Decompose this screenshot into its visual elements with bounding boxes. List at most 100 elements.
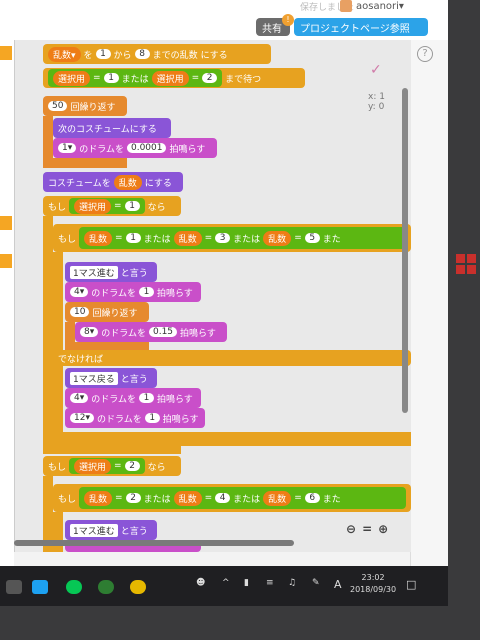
- play-drum-block[interactable]: 12▾ のドラムを 1 拍鳴らす: [65, 408, 205, 428]
- number-input[interactable]: 2: [125, 493, 141, 503]
- variable-reporter[interactable]: 乱数: [113, 174, 142, 190]
- next-costume-block[interactable]: 次のコスチュームにする: [53, 118, 171, 138]
- or-operator[interactable]: 乱数 = 1 または 乱数 = 3 または 乱数 = 5 また: [79, 227, 406, 249]
- number-input[interactable]: 10: [70, 307, 90, 317]
- project-page-button[interactable]: プロジェクトページ参照: [294, 18, 428, 36]
- play-drum-block[interactable]: 4▾ のドラムを 1 拍鳴らす: [65, 282, 201, 302]
- app-icon[interactable]: [98, 580, 114, 594]
- clock-date: 2018/09/30: [350, 585, 397, 594]
- palette-tab[interactable]: [0, 216, 12, 230]
- number-input[interactable]: 1: [95, 49, 111, 59]
- drum-dropdown[interactable]: 4▾: [70, 287, 89, 297]
- people-icon[interactable]: ☻: [196, 578, 205, 588]
- number-input[interactable]: 1: [124, 201, 140, 211]
- repeat-block[interactable]: 10 回繰り返す: [65, 302, 149, 322]
- pen-icon[interactable]: ✎: [312, 578, 320, 588]
- mouse-coordinates: x: 1 y: 0: [368, 92, 385, 112]
- if-else-block[interactable]: もし 乱数 = 2 または 乱数 = 4 または 乱数 = 6 また: [53, 484, 411, 512]
- block-text: 拍鳴らす: [156, 288, 193, 299]
- scripts-area[interactable]: 乱数▾ を 1 から 8 までの乱数 にする 選択用 = 1 または 選択用 =…: [14, 40, 411, 552]
- volume-icon[interactable]: ♫: [288, 578, 296, 588]
- x-coordinate: x: 1: [368, 92, 385, 102]
- number-input[interactable]: 2: [124, 461, 140, 471]
- equals-operator[interactable]: 選択用 = 1: [69, 198, 145, 214]
- variable-reporter[interactable]: 選択用: [151, 70, 189, 86]
- variable-reporter[interactable]: 乱数: [263, 230, 292, 246]
- if-block[interactable]: もし 選択用 = 2 なら: [43, 456, 181, 476]
- variable-reporter[interactable]: 乱数: [263, 490, 292, 506]
- line-app-icon[interactable]: [66, 580, 82, 594]
- help-icon[interactable]: ?: [417, 46, 433, 62]
- number-input[interactable]: 50: [48, 101, 68, 111]
- vertical-scrollbar[interactable]: [402, 88, 408, 413]
- variable-reporter[interactable]: 選択用: [74, 198, 112, 214]
- number-input[interactable]: 1: [144, 413, 160, 423]
- play-drum-block[interactable]: 4▾ のドラムを 1 拍鳴らす: [65, 388, 201, 408]
- say-block[interactable]: 1マス進む と言う: [65, 262, 157, 282]
- file-explorer-icon[interactable]: [6, 580, 22, 594]
- drum-dropdown[interactable]: 8▾: [80, 327, 99, 337]
- browser-window: 保存しました aosanori▾ 共有 ! プロジェクトページ参照 ? 乱数▾ …: [0, 0, 448, 566]
- repeat-block[interactable]: 50 回繰り返す: [43, 96, 127, 116]
- number-input[interactable]: 4: [215, 493, 231, 503]
- zoom-in-icon[interactable]: ⊕: [378, 522, 388, 536]
- drum-dropdown[interactable]: 4▾: [70, 393, 89, 403]
- variable-reporter[interactable]: 乱数: [84, 490, 113, 506]
- project-page-label: プロジェクトページ参照: [300, 23, 410, 35]
- horizontal-scrollbar[interactable]: [14, 540, 294, 546]
- block-text: を: [83, 50, 93, 61]
- number-input[interactable]: 0.15: [148, 327, 178, 337]
- number-input[interactable]: 2: [202, 73, 218, 83]
- text-input[interactable]: 1マス進む: [70, 265, 118, 279]
- or-operator[interactable]: 選択用 = 1 または 選択用 = 2: [48, 69, 223, 87]
- text-input[interactable]: 1マス戻る: [70, 371, 118, 385]
- twitter-icon[interactable]: [32, 580, 48, 594]
- number-input[interactable]: 1: [125, 233, 141, 243]
- variable-reporter[interactable]: 乱数: [173, 230, 202, 246]
- block-text: 次のコスチュームにする: [58, 124, 157, 135]
- chevron-up-icon[interactable]: ^: [222, 578, 230, 588]
- say-block[interactable]: 1マス戻る と言う: [65, 368, 157, 388]
- text-input[interactable]: 1マス進む: [70, 523, 118, 537]
- or-operator[interactable]: 乱数 = 2 または 乱数 = 4 または 乱数 = 6 また: [79, 487, 406, 509]
- variable-reporter[interactable]: 乱数: [173, 490, 202, 506]
- top-bar: 保存しました aosanori▾ 共有 ! プロジェクトページ参照: [0, 0, 448, 40]
- play-drum-block[interactable]: 8▾ のドラムを 0.15 拍鳴らす: [75, 322, 227, 342]
- number-input[interactable]: 0.0001: [126, 143, 167, 153]
- drum-dropdown[interactable]: 1▾: [58, 143, 77, 153]
- action-center-icon[interactable]: □: [406, 578, 416, 591]
- repeat-bottom: [43, 158, 127, 168]
- zoom-out-icon[interactable]: ⊖: [346, 522, 356, 536]
- number-input[interactable]: 6: [304, 493, 320, 503]
- say-block[interactable]: 1マス進む と言う: [65, 520, 157, 540]
- play-drum-block[interactable]: 1▾ のドラムを 0.0001 拍鳴らす: [53, 138, 217, 158]
- ime-indicator[interactable]: A: [334, 578, 342, 591]
- block-text: 拍鳴らす: [156, 394, 193, 405]
- number-input[interactable]: 1: [138, 393, 154, 403]
- number-input[interactable]: 8: [134, 49, 150, 59]
- set-variable-block[interactable]: 乱数▾ を 1 から 8 までの乱数 にする: [43, 44, 271, 64]
- variable-reporter[interactable]: 選択用: [74, 458, 112, 474]
- variable-reporter[interactable]: 選択用: [53, 70, 91, 86]
- switch-costume-block[interactable]: コスチュームを 乱数 にする: [43, 172, 183, 192]
- if-else-block[interactable]: もし 乱数 = 1 または 乱数 = 3 または 乱数 = 5 また: [53, 224, 411, 252]
- network-icon[interactable]: ≡: [266, 578, 274, 588]
- number-input[interactable]: 1: [138, 287, 154, 297]
- zoom-reset-icon[interactable]: =: [362, 522, 372, 536]
- if-block[interactable]: もし 選択用 = 1 なら: [43, 196, 181, 216]
- palette-tab[interactable]: [0, 46, 12, 60]
- chrome-icon[interactable]: [130, 580, 146, 594]
- equals-operator[interactable]: 選択用 = 2: [69, 458, 145, 474]
- system-clock[interactable]: 23:02 2018/09/30: [350, 572, 396, 596]
- wait-until-block[interactable]: 選択用 = 1 または 選択用 = 2 まで待つ: [43, 68, 305, 88]
- user-menu[interactable]: aosanori▾: [340, 0, 404, 12]
- variable-dropdown[interactable]: 乱数▾: [48, 46, 81, 62]
- drum-dropdown[interactable]: 12▾: [70, 413, 94, 423]
- variable-reporter[interactable]: 乱数: [84, 230, 113, 246]
- number-input[interactable]: 1: [103, 73, 119, 83]
- block-palette-edge[interactable]: [0, 40, 14, 566]
- palette-tab[interactable]: [0, 254, 12, 268]
- number-input[interactable]: 3: [215, 233, 231, 243]
- number-input[interactable]: 5: [304, 233, 320, 243]
- battery-icon[interactable]: ▮: [244, 578, 249, 588]
